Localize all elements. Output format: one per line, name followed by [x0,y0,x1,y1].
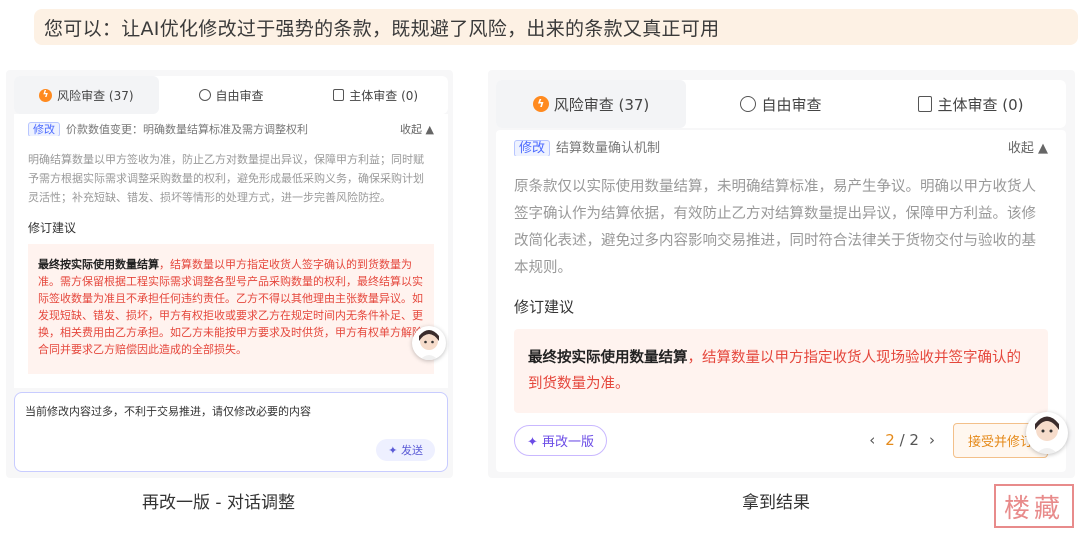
item-title: 结算数量确认机制 [556,140,661,156]
pager: ‹ 2 / 2 › [869,431,935,449]
tab-risk-review[interactable]: ϟ 风险审查 (37) [496,80,686,128]
tab-free-review[interactable]: 自由审查 [686,80,876,128]
section-title: 修订建议 [514,298,575,316]
suggestion-box: 最终按实际使用数量结算，结算数量以甲方指定收货人现场验收并签字确认的到货数量为准… [514,329,1048,413]
modify-tag: 修改 [28,122,60,136]
item-title: 价款数值变更：明确数量结算标准及需方调整权利 [66,123,308,136]
suggestion-text: ，结算数量以甲方指定收货人签字确认的到货数量为准。需方保留根据工程实际需求调整各… [38,258,423,356]
suggestion-bold: 最终按实际使用数量结算 [38,258,159,271]
item-description: 明确结算数量以甲方签收为准，防止乙方对数量提出异议，保障甲方利益；同时赋予需方根… [28,153,424,204]
suggestion-bold: 最终按实际使用数量结算 [528,350,688,366]
chat-input-text: 当前修改内容过多，不利于交易推进，请仅修改必要的内容 [25,405,311,418]
item-header: 修改 结算数量确认机制 收起 ▲ [514,136,1048,156]
watermark-stamp: 楼藏 [994,484,1074,528]
flash-icon: ϟ [39,88,53,102]
collapse-button[interactable]: 收起 ▲ [400,122,434,136]
assistant-avatar[interactable] [1026,412,1068,454]
review-card: 修改 结算数量确认机制 收起 ▲ 原条款仅以实际使用数量结算，未明确结算标准，易产… [496,130,1066,472]
tab-label: 主体审查 (0) [937,95,1024,114]
tab-subject-review[interactable]: 主体审查 (0) [876,80,1066,128]
review-tabs: ϟ 风险审查 (37) 自由审查 主体审查 (0) [496,80,1066,128]
current-page: 2 [885,431,895,449]
next-page-button[interactable]: › [929,431,935,449]
left-review-panel: ϟ 风险审查 (37) 自由审查 主体审查 (0) 修改 价款数值变更：明确数量结… [6,70,453,478]
item-header: 修改 价款数值变更：明确数量结算标准及需方调整权利 收起 ▲ [28,122,434,136]
chat-input[interactable]: 当前修改内容过多，不利于交易推进，请仅修改必要的内容 ✦ 发送 [14,392,448,472]
doc-icon [333,89,345,101]
card-footer: ✦ 再改一版 ‹ 2 / 2 › 接受并修订 [514,422,1048,458]
section-title: 修订建议 [28,221,77,235]
review-tabs: ϟ 风险审查 (37) 自由审查 主体审查 (0) [14,76,448,114]
banner-text: 您可以：让AI优化修改过于强势的条款，既规避了风险，出来的条款又真正可用 [34,9,1078,45]
tab-risk-review[interactable]: ϟ 风险审查 (37) [14,76,159,114]
chat-icon [740,96,757,112]
left-caption: 再改一版 - 对话调整 [142,493,295,513]
review-card: 修改 价款数值变更：明确数量结算标准及需方调整权利 收起 ▲ 明确结算数量以甲方签… [14,114,448,388]
item-description: 原条款仅以实际使用数量结算，未明确结算标准，易产生争议。明确以甲方收货人签字确认… [514,179,1036,276]
suggestion-box: 最终按实际使用数量结算，结算数量以甲方指定收货人签字确认的到货数量为准。需方保留… [28,244,434,374]
tab-label: 主体审查 (0) [349,88,419,103]
collapse-button[interactable]: 收起 ▲ [1008,137,1048,156]
send-button[interactable]: ✦ 发送 [376,439,435,461]
flash-icon: ϟ [532,96,549,112]
tab-label: 风险审查 (37) [553,95,650,114]
right-review-panel: ϟ 风险审查 (37) 自由审查 主体审查 (0) 修改 结算数量确认机制 收起 … [488,70,1075,478]
tab-label: 风险审查 (37) [57,88,134,103]
doc-icon [918,96,933,112]
prev-page-button[interactable]: ‹ [869,431,875,449]
modify-tag: 修改 [514,139,551,156]
tab-free-review[interactable]: 自由审查 [159,76,304,114]
redo-button[interactable]: ✦ 再改一版 [514,424,608,456]
right-caption: 拿到结果 [742,493,810,513]
tab-subject-review[interactable]: 主体审查 (0) [303,76,448,114]
total-pages: / 2 [899,431,919,449]
tab-label: 自由审查 [761,95,822,114]
chat-icon [198,89,211,101]
assistant-avatar[interactable] [412,326,446,360]
tab-label: 自由审查 [215,88,264,103]
